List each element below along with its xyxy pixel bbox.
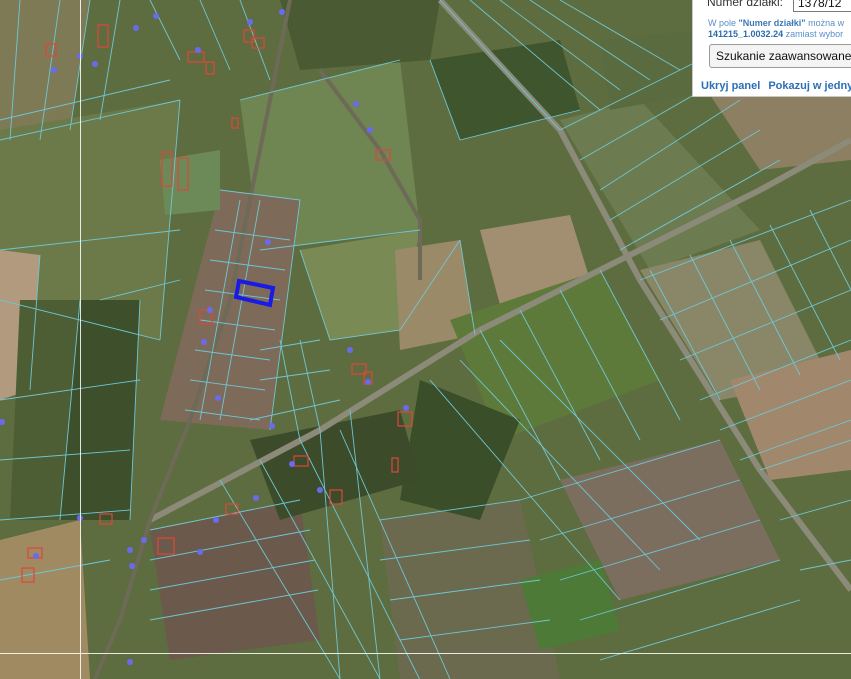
hint-field-name: "Numer działki" <box>738 18 806 28</box>
hint-prefix: W pole <box>708 18 739 28</box>
panel-links: Ukryj panel Pokazuj w jednym <box>701 80 851 92</box>
hint-line-1: W pole "Numer działki" można w <box>708 18 844 28</box>
parcel-number-label: Numer działki: <box>707 0 784 9</box>
hint-line-2: 141215_1.0032.24 zamiast wybor <box>708 29 843 39</box>
vertical-guide-line <box>80 0 81 679</box>
hide-panel-link[interactable]: Ukryj panel <box>701 80 760 92</box>
hint-suffix: można w <box>805 18 845 28</box>
hint-example: 141215_1.0032.24 <box>708 29 784 39</box>
horizontal-guide-line <box>0 653 851 654</box>
hint-example-suffix: zamiast wybor <box>783 29 844 39</box>
show-in-link[interactable]: Pokazuj w jednym <box>768 80 851 92</box>
parcel-number-row: Numer działki: <box>707 0 783 9</box>
advanced-search-button[interactable]: Szukanie zaawansowane <box>709 44 851 68</box>
parcel-number-input[interactable] <box>793 0 851 12</box>
orthophoto-map[interactable] <box>0 0 851 679</box>
search-panel: Numer działki: W pole "Numer działki" mo… <box>692 0 851 97</box>
